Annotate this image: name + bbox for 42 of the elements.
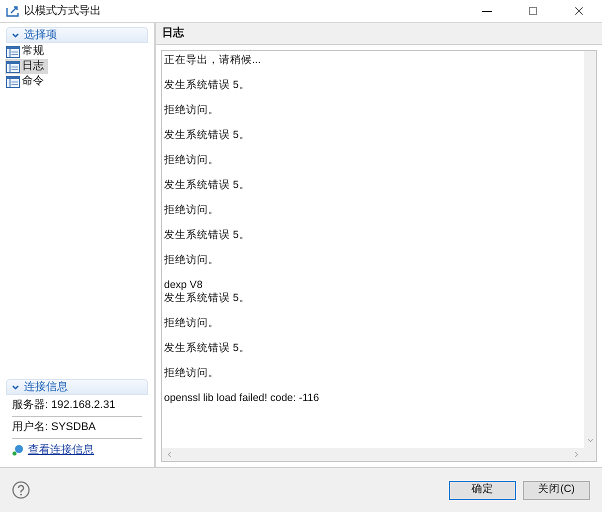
horizontal-scrollbar[interactable] — [162, 448, 584, 461]
help-icon[interactable] — [12, 481, 30, 499]
caret-icon — [11, 30, 20, 40]
log-line: 发生系统错误 5。 — [164, 129, 251, 142]
log-line: 拒绝访问。 — [164, 104, 220, 117]
minimize-icon — [482, 10, 492, 12]
section-header[interactable]: 连接信息 — [6, 379, 148, 395]
log-line: 发生系统错误 5。 — [164, 292, 251, 305]
sidebar-item[interactable]: 常规 — [5, 44, 48, 59]
scroll-right-icon — [572, 450, 581, 459]
maximize-icon — [528, 6, 538, 16]
panel-title: 日志 — [162, 26, 184, 42]
scroll-left-icon — [165, 450, 174, 459]
network-icon — [12, 444, 24, 456]
log-line: 发生系统错误 5。 — [164, 79, 251, 92]
log-line: dexp V8 — [164, 279, 204, 292]
log-line: 发生系统错误 5。 — [164, 229, 251, 242]
connection-info-text: 用户名: SYSDBA — [12, 420, 96, 436]
sidebar-item[interactable]: 命令 — [5, 74, 48, 89]
connection-info-text: 服务器: 192.168.2.31 — [12, 398, 116, 414]
table-icon — [6, 76, 20, 88]
log-line: 拒绝访问。 — [164, 367, 220, 380]
dialog-button[interactable]: 确定 — [449, 480, 516, 500]
dialog-button[interactable]: 关闭(C) — [523, 480, 590, 500]
log-line: 拒绝访问。 — [164, 254, 220, 267]
vertical-scrollbar[interactable] — [584, 51, 596, 461]
log-line: 拒绝访问。 — [164, 154, 220, 167]
log-line: openssl lib load failed! code: -116 — [164, 392, 320, 405]
view-connection-link[interactable]: 查看连接信息 — [28, 442, 94, 458]
export-icon — [6, 5, 20, 17]
caret-icon — [11, 382, 20, 392]
log-line: 发生系统错误 5。 — [164, 342, 251, 355]
window-title: 以模式方式导出 — [24, 4, 101, 19]
table-icon — [6, 46, 20, 58]
sidebar-item[interactable]: 日志 — [5, 59, 48, 74]
table-icon — [6, 60, 20, 72]
log-line: 拒绝访问。 — [164, 317, 220, 330]
log-line: 正在导出，请稍候... — [164, 54, 262, 67]
log-line: 拒绝访问。 — [164, 204, 220, 217]
log-line: 发生系统错误 5。 — [164, 179, 251, 192]
scroll-down-icon — [586, 436, 594, 445]
section-header[interactable]: 选择项 — [6, 27, 148, 43]
